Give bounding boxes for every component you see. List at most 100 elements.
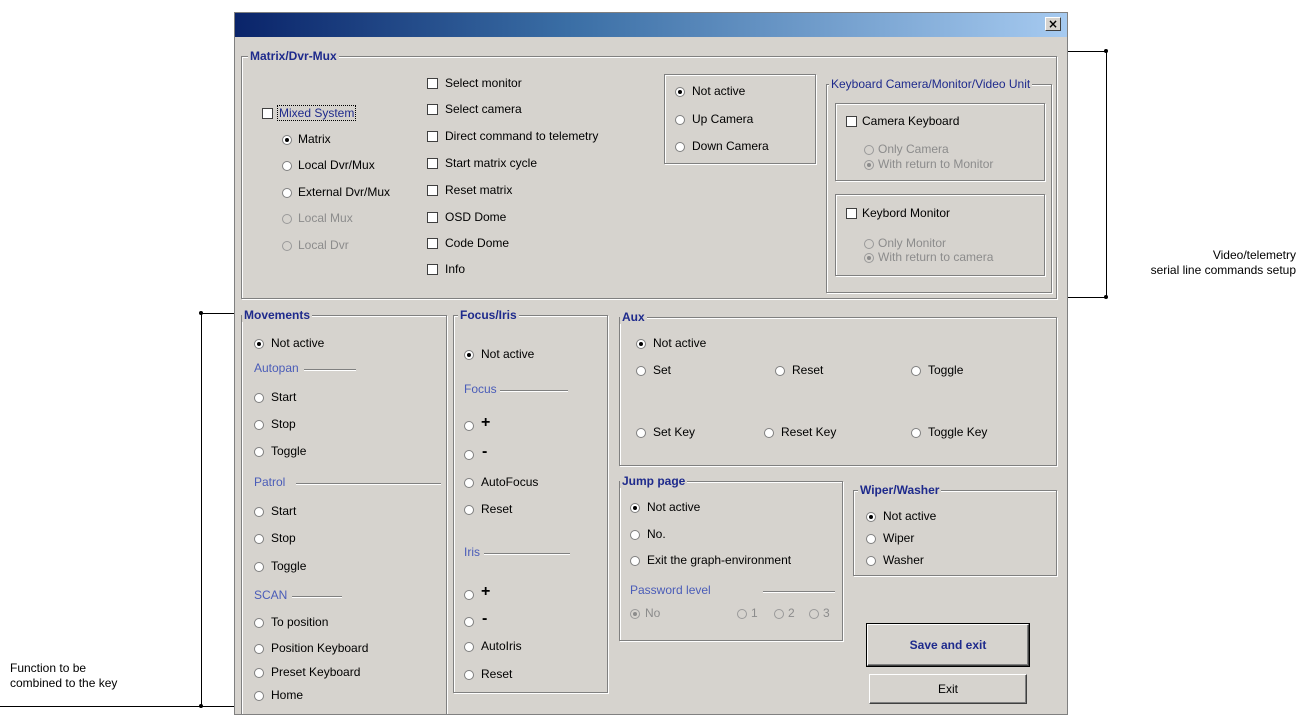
monitor-keyboard-option-label: With return to camera (878, 250, 994, 264)
iris-radio-plus[interactable] (464, 590, 474, 600)
focus-iris-radio-not-active[interactable] (464, 350, 474, 360)
camera-step-radio-down[interactable] (675, 142, 685, 152)
aux-radio-set[interactable] (636, 366, 646, 376)
annotation-dot (199, 704, 203, 708)
iris-radio-autoiris[interactable] (464, 642, 474, 652)
mixed-system-checkbox[interactable] (262, 108, 273, 119)
scan-option-label: Home (271, 688, 304, 702)
scan-radio-home[interactable] (254, 691, 264, 701)
mode-radio-local-dvr-mux[interactable] (282, 161, 292, 171)
scan-radio-preset-keyboard[interactable] (254, 668, 264, 678)
camera-keyboard-radio-with-return[interactable] (864, 160, 874, 170)
command-checkbox-select-camera[interactable] (427, 104, 438, 115)
password-option-label: No (645, 606, 661, 620)
password-radio-3[interactable] (809, 609, 819, 619)
save-and-exit-button[interactable]: Save and exit (866, 623, 1030, 667)
mode-radio-matrix[interactable] (282, 135, 292, 145)
camera-keyboard-radio-only-camera[interactable] (864, 145, 874, 155)
group-monitor-keyboard: Keybord Monitor Only Monitor With return… (835, 194, 1045, 276)
patrol-radio-toggle[interactable] (254, 562, 264, 572)
command-checkbox-start-matrix-cycle[interactable] (427, 158, 438, 169)
patrol-radio-start[interactable] (254, 507, 264, 517)
mode-radio-external-dvr-mux[interactable] (282, 188, 292, 198)
focus-radio-plus[interactable] (464, 421, 474, 431)
password-radio-1[interactable] (737, 609, 747, 619)
jump-radio-exit-graph[interactable] (630, 556, 640, 566)
scan-radio-to-position[interactable] (254, 618, 264, 628)
aux-radio-not-active[interactable] (636, 339, 646, 349)
command-checkbox-info[interactable] (427, 264, 438, 275)
patrol-option-label: Start (271, 504, 297, 518)
aux-option-label: Toggle (928, 363, 964, 377)
camera-keyboard-checkbox[interactable] (846, 116, 857, 127)
command-checkbox-osd-dome[interactable] (427, 212, 438, 223)
group-matrix-title: Matrix/Dvr-Mux (248, 49, 339, 63)
annotation-dot (1104, 295, 1108, 299)
mode-radio-local-dvr[interactable] (282, 241, 292, 251)
patrol-radio-stop[interactable] (254, 534, 264, 544)
scan-option-label: Preset Keyboard (271, 665, 361, 679)
patrol-divider (296, 483, 441, 485)
annotation-left-line2: combined to the key (10, 676, 118, 690)
command-checkbox-reset-matrix[interactable] (427, 185, 438, 196)
iris-option-label: Reset (481, 667, 513, 681)
close-button[interactable]: × (1045, 17, 1061, 31)
focus-radio-reset[interactable] (464, 505, 474, 515)
camera-step-label: Down Camera (692, 139, 769, 153)
exit-button[interactable]: Exit (869, 674, 1027, 704)
password-radio-no[interactable] (630, 609, 640, 619)
focus-option-label: AutoFocus (481, 475, 539, 489)
wiper-radio-not-active[interactable] (866, 512, 876, 522)
camera-keyboard-label: Camera Keyboard (862, 114, 960, 128)
focus-option-label: - (482, 443, 488, 460)
command-checkbox-select-monitor[interactable] (427, 78, 438, 89)
movements-radio-not-active[interactable] (254, 339, 264, 349)
aux-radio-set-key[interactable] (636, 428, 646, 438)
camera-step-radio-not-active[interactable] (675, 87, 685, 97)
iris-option-label: - (482, 610, 488, 627)
wiper-radio-washer[interactable] (866, 556, 876, 566)
jump-radio-not-active[interactable] (630, 503, 640, 513)
monitor-keyboard-checkbox[interactable] (846, 208, 857, 219)
password-radio-2[interactable] (774, 609, 784, 619)
autopan-divider (304, 369, 356, 371)
camera-keyboard-option-label: Only Camera (878, 142, 949, 156)
command-label: Code Dome (445, 236, 510, 250)
wiper-radio-wiper[interactable] (866, 534, 876, 544)
aux-radio-toggle[interactable] (911, 366, 921, 376)
iris-radio-minus[interactable] (464, 617, 474, 627)
aux-radio-reset[interactable] (775, 366, 785, 376)
command-checkbox-direct-telemetry[interactable] (427, 131, 438, 142)
focus-heading: Focus (464, 382, 497, 396)
monitor-keyboard-radio-only-monitor[interactable] (864, 239, 874, 249)
monitor-keyboard-radio-with-return[interactable] (864, 253, 874, 263)
group-aux: Aux Not active Set Reset Toggle Set Key … (619, 310, 1057, 466)
iris-option-label: + (481, 583, 491, 600)
group-jump-page-title: Jump page (620, 474, 688, 488)
group-keyboard-title: Keyboard Camera/Monitor/Video Unit (829, 77, 1033, 91)
iris-radio-reset[interactable] (464, 670, 474, 680)
camera-step-radio-up[interactable] (675, 115, 685, 125)
aux-radio-toggle-key[interactable] (911, 428, 921, 438)
scan-heading: SCAN (254, 588, 288, 602)
aux-radio-reset-key[interactable] (764, 428, 774, 438)
annotation-bracket-right (1068, 51, 1106, 52)
dialog-window: × Matrix/Dvr-Mux Mixed System Matrix Loc… (234, 12, 1068, 715)
scan-option-label: Position Keyboard (271, 641, 369, 655)
annotation-bracket-left-vertical (201, 313, 202, 707)
jump-radio-no[interactable] (630, 530, 640, 540)
scan-radio-position-keyboard[interactable] (254, 644, 264, 654)
focus-radio-autofocus[interactable] (464, 478, 474, 488)
focus-radio-minus[interactable] (464, 450, 474, 460)
patrol-option-label: Stop (271, 531, 296, 545)
autopan-radio-toggle[interactable] (254, 447, 264, 457)
command-label: Start matrix cycle (445, 156, 538, 170)
command-checkbox-code-dome[interactable] (427, 238, 438, 249)
autopan-radio-start[interactable] (254, 393, 264, 403)
camera-keyboard-option-label: With return to Monitor (878, 157, 994, 171)
group-movements: Movements Not active Autopan Start Stop … (241, 308, 447, 714)
autopan-radio-stop[interactable] (254, 420, 264, 430)
mode-radio-local-mux[interactable] (282, 214, 292, 224)
aux-option-label: Reset Key (781, 425, 837, 439)
focus-iris-not-active-label: Not active (481, 347, 535, 361)
